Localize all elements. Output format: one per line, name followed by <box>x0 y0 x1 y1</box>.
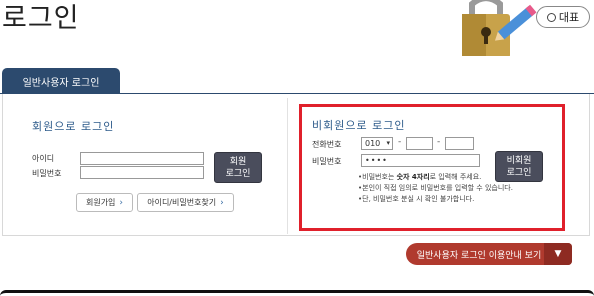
panel-divider <box>287 98 288 234</box>
member-login-button-line1: 회원 <box>229 156 247 167</box>
member-login-title: 회원으로 로그인 <box>32 120 115 133</box>
notice-digits-bold: 숫자 4자리 <box>396 173 430 181</box>
phone-last-input[interactable] <box>445 137 474 150</box>
signup-button[interactable]: 회원가입 › <box>76 193 133 212</box>
find-account-button[interactable]: 아이디/비밀번호찾기 › <box>137 193 234 212</box>
guest-login-button-line1: 비회원 <box>506 155 532 166</box>
id-input[interactable] <box>80 152 204 165</box>
notice-self-input: •본인이 직접 임의로 비밀번호를 입력할 수 있습니다. <box>358 184 513 192</box>
notice-digits: •비밀번호는 숫자 4자리로 입력해 주세요. <box>358 172 481 182</box>
phone-separator: - <box>398 137 402 147</box>
login-guide-label: 일반사용자 로그인 이용안내 보기 <box>416 250 542 261</box>
guest-password-label: 비밀번호 <box>312 157 342 166</box>
signup-button-label: 회원가입 <box>85 198 116 207</box>
phone-separator: - <box>437 137 441 147</box>
member-login-button-line2: 로그인 <box>225 168 251 179</box>
phone-label: 전화번호 <box>312 140 342 149</box>
member-password-label: 비밀번호 <box>32 169 62 178</box>
notice-digits-suffix: 로 입력해 주세요. <box>429 173 482 181</box>
tab-general-user-login[interactable]: 일반사용자 로그인 <box>2 68 120 94</box>
phone-prefix-select[interactable]: 010 ▾ <box>361 137 393 150</box>
id-label: 아이디 <box>32 154 55 163</box>
representative-label: 대표 <box>558 11 580 24</box>
guest-login-title: 비회원으로 로그인 <box>312 119 406 132</box>
phone-prefix-value: 010 <box>365 139 381 148</box>
member-password-input[interactable] <box>80 166 204 179</box>
chevron-right-icon: › <box>119 197 124 208</box>
bottom-frame-edge <box>0 290 594 296</box>
lock-illustration-icon <box>462 0 537 56</box>
guest-login-button[interactable]: 비회원 로그인 <box>495 151 543 182</box>
chevron-right-icon: › <box>220 197 224 208</box>
login-guide-button[interactable]: 일반사용자 로그인 이용안내 보기 ▼ <box>406 243 572 265</box>
chevron-down-icon[interactable]: ▼ <box>544 243 572 265</box>
circle-icon <box>546 12 556 22</box>
representative-button[interactable]: 대표 <box>536 6 590 28</box>
phone-middle-input[interactable] <box>406 137 433 150</box>
notice-digits-prefix: •비밀번호는 <box>358 173 397 181</box>
guest-password-input[interactable]: •••• <box>361 154 480 167</box>
guest-login-button-line2: 로그인 <box>506 167 532 178</box>
notice-no-recovery: •단, 비밀번호 분실 시 확인 불가합니다. <box>358 195 475 203</box>
find-account-button-label: 아이디/비밀번호찾기 <box>147 198 217 207</box>
member-login-button[interactable]: 회원 로그인 <box>214 152 262 183</box>
page-title: 로그인 <box>2 3 80 34</box>
chevron-down-icon: ▾ <box>386 139 390 147</box>
